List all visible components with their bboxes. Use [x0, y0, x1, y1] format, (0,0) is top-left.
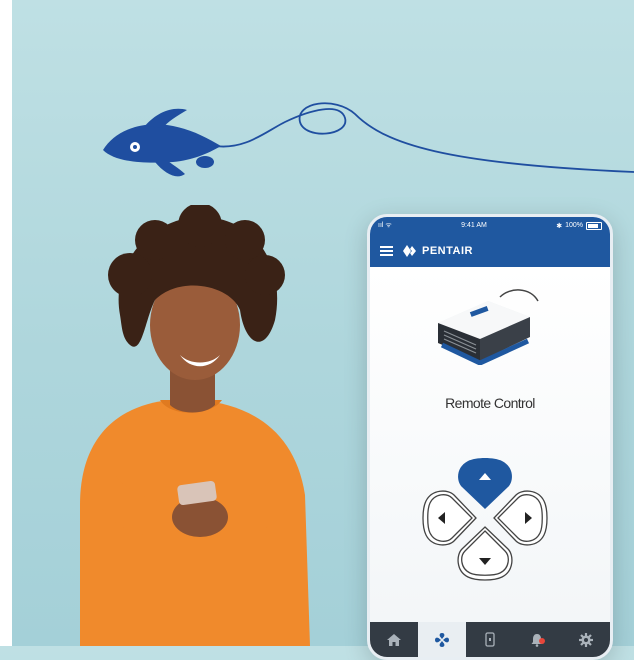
app-header: PENTAIR	[370, 234, 610, 267]
down-button[interactable]	[457, 526, 513, 581]
tab-settings[interactable]	[562, 622, 610, 657]
pentair-fish-logo	[103, 102, 634, 177]
status-time: 9:41 AM	[461, 222, 487, 229]
signal-icon: ııl ᯤ	[378, 222, 392, 229]
alerts-icon	[531, 634, 545, 647]
page-edge	[0, 0, 12, 646]
left-button[interactable]	[422, 490, 477, 546]
remote-control-icon	[435, 632, 449, 647]
settings-icon	[579, 632, 593, 647]
battery-percent: 100%	[565, 222, 583, 229]
pool-robot-image	[438, 289, 539, 365]
right-button[interactable]	[493, 490, 548, 546]
bottom-tab-bar	[370, 622, 610, 657]
bluetooth-icon: ✱	[556, 222, 563, 230]
pentair-logo: PENTAIR	[403, 244, 473, 257]
tab-phone[interactable]	[466, 622, 514, 657]
brand-name: PENTAIR	[422, 244, 473, 257]
screen-title: Remote Control	[445, 395, 535, 411]
status-bar: ııl ᯤ 9:41 AM ✱ 100%	[370, 217, 610, 234]
pentair-diamond-icon	[403, 244, 416, 257]
phone-icon	[485, 632, 495, 647]
tab-home[interactable]	[370, 622, 418, 657]
battery-icon	[586, 221, 602, 230]
direction-pad	[422, 458, 548, 581]
remote-control-screen: Remote Control	[370, 267, 610, 622]
home-icon	[387, 633, 401, 646]
woman-holding-phone	[80, 205, 310, 646]
up-button[interactable]	[458, 458, 512, 509]
tab-alerts[interactable]	[514, 622, 562, 657]
tab-remote-control[interactable]	[418, 622, 466, 657]
phone-mockup: ııl ᯤ 9:41 AM ✱ 100% PENTAIR Remote Cont…	[367, 214, 613, 660]
hamburger-icon[interactable]	[380, 245, 393, 256]
